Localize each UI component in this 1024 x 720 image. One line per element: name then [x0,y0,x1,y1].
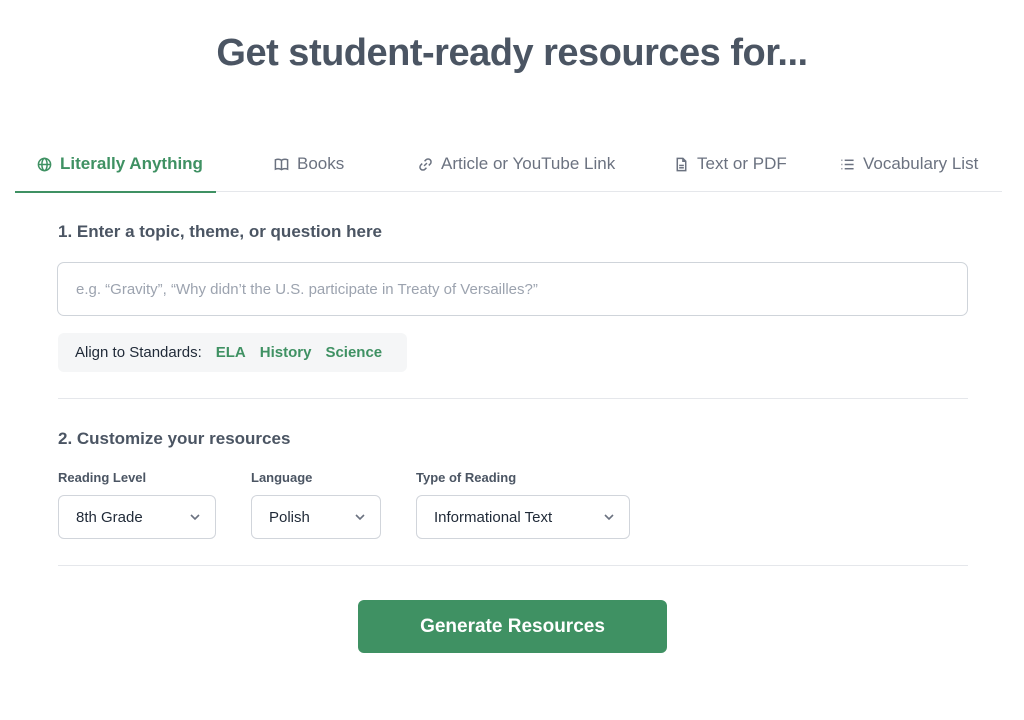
tab-literally-anything[interactable]: Literally Anything [15,136,216,193]
standard-history[interactable]: History [260,344,312,361]
chevron-down-icon [355,514,365,521]
reading-level-label: Reading Level [58,470,147,485]
link-icon [419,157,432,171]
tab-label: Literally Anything [60,154,203,173]
reading-type-value: Informational Text [434,508,553,526]
tab-label: Books [297,154,345,173]
reading-level-select[interactable]: 8th Grade [58,495,216,539]
globe-icon [37,157,52,171]
standards-bar: Align to Standards: ELA History Science [58,333,407,372]
reading-type-label: Type of Reading [416,470,517,485]
tab-books[interactable]: Books [274,136,344,192]
document-icon [676,157,687,171]
tab-label: Vocabulary List [863,154,979,173]
tab-vocabulary-list[interactable]: Vocabulary List [840,136,978,192]
customize-heading: 2. Customize your resources [58,429,291,448]
tab-text-pdf[interactable]: Text or PDF [674,136,787,192]
language-value: Polish [269,508,310,526]
reading-level-value: 8th Grade [76,508,143,526]
standard-science[interactable]: Science [325,344,382,361]
language-label: Language [251,470,313,485]
book-icon [274,157,289,171]
topic-heading: 1. Enter a topic, theme, or question her… [58,222,383,241]
tab-article-link[interactable]: Article or YouTube Link [418,136,615,192]
source-tabs: Literally Anything Books Article or YouT… [15,136,1002,193]
tab-label: Text or PDF [697,154,787,173]
generate-resources-button[interactable]: Generate Resources [358,600,667,653]
reading-type-select[interactable]: Informational Text [416,495,630,539]
standard-ela[interactable]: ELA [216,344,246,361]
section-divider [58,565,968,566]
standards-label: Align to Standards: [75,344,202,361]
tab-label: Article or YouTube Link [441,154,616,173]
section-divider [58,398,968,399]
chevron-down-icon [604,514,614,521]
chevron-down-icon [190,514,200,521]
language-select[interactable]: Polish [251,495,381,539]
page-title: Get student-ready resources for... [216,32,808,74]
topic-input[interactable] [57,262,968,316]
list-icon [841,159,854,169]
